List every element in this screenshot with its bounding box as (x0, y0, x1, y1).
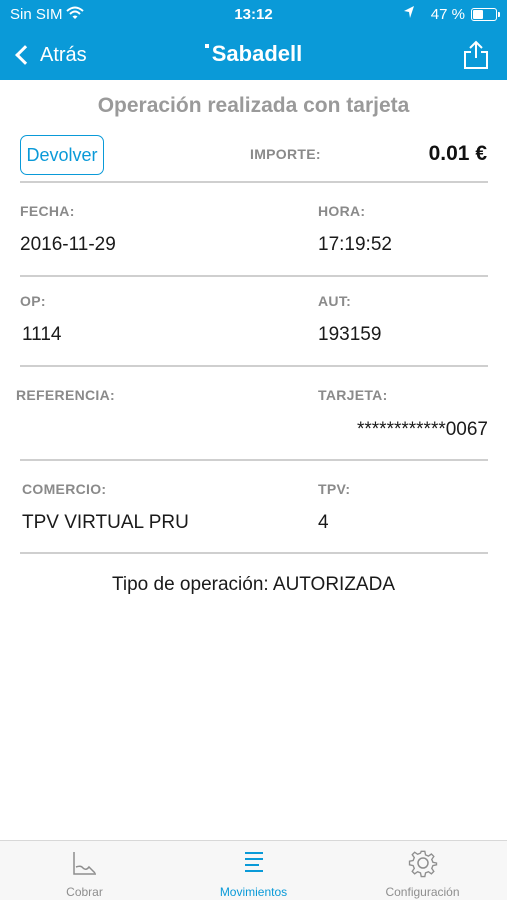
chart-icon (0, 847, 169, 879)
gear-icon (338, 847, 507, 879)
tpv-value: 4 (318, 512, 329, 533)
page-title: Operación realizada con tarjeta (97, 94, 410, 117)
brand-name: Sabadell (211, 41, 303, 66)
divider (20, 181, 488, 183)
share-button[interactable] (459, 38, 493, 72)
fecha-value: 2016-11-29 (20, 234, 116, 255)
brand-logo: Sabadell (0, 41, 507, 67)
status-bar: Sin SIM 13:12 47 % (0, 0, 507, 30)
share-icon (464, 40, 488, 69)
aut-value: 193159 (318, 324, 382, 345)
tarjeta-value: ************0067 (357, 419, 488, 440)
amount-label: IMPORTE: (250, 146, 321, 162)
list-icon (169, 847, 338, 879)
amount-value: 0.01 € (428, 142, 487, 165)
battery-percent: 47 % (430, 6, 465, 23)
divider (20, 275, 488, 277)
location-arrow-icon (403, 5, 415, 22)
referencia-label: REFERENCIA: (16, 387, 115, 403)
op-value: 1114 (22, 324, 62, 345)
aut-label: AUT: (318, 293, 352, 309)
tpv-label: TPV: (318, 481, 351, 497)
divider (20, 365, 488, 367)
tab-bar: Cobrar Movimientos Configuración (0, 840, 507, 900)
hora-label: HORA: (318, 203, 366, 219)
fecha-label: FECHA: (20, 203, 75, 219)
hora-value: 17:19:52 (318, 234, 392, 255)
tab-label: Cobrar (66, 885, 103, 899)
tab-configuracion[interactable]: Configuración (338, 841, 507, 900)
divider (20, 552, 488, 554)
comercio-value: TPV VIRTUAL PRU (22, 512, 189, 533)
return-button[interactable]: Devolver (20, 135, 104, 175)
nav-bar: Atrás Sabadell (0, 30, 507, 80)
tab-label: Configuración (385, 885, 460, 899)
divider (20, 459, 488, 461)
operation-type: Tipo de operación: AUTORIZADA (111, 574, 395, 595)
comercio-label: COMERCIO: (22, 481, 107, 497)
brand-dot (204, 44, 209, 48)
tarjeta-label: TARJETA: (318, 387, 388, 403)
tab-label: Movimientos (219, 885, 288, 899)
op-label: OP: (20, 293, 46, 309)
battery-icon (471, 8, 500, 21)
tab-cobrar[interactable]: Cobrar (0, 841, 169, 900)
tab-movimientos[interactable]: Movimientos (169, 841, 338, 900)
